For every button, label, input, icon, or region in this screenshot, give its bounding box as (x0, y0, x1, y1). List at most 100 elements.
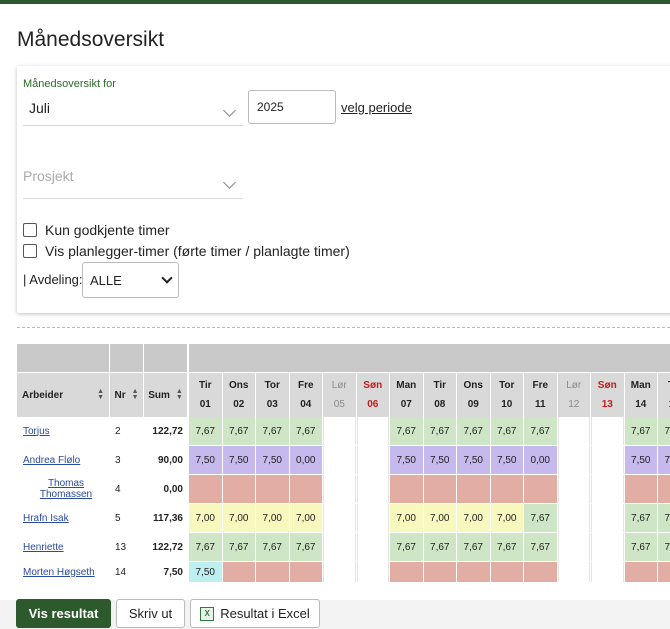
day-cell[interactable] (222, 475, 255, 503)
day-cell[interactable] (356, 446, 389, 474)
day-cell[interactable]: 0,00 (289, 446, 322, 474)
day-cell[interactable] (624, 475, 657, 503)
print-button[interactable]: Skriv ut (116, 599, 185, 628)
column-header-sum[interactable]: Sum ▲ ▼ (144, 373, 187, 417)
day-cell[interactable] (658, 562, 670, 582)
day-cell[interactable] (557, 504, 590, 532)
day-cell[interactable]: 7,50 (256, 446, 289, 474)
day-cell[interactable] (591, 562, 624, 582)
day-cell[interactable]: 7,50 (423, 446, 456, 474)
excel-button[interactable]: X Resultat i Excel (190, 599, 320, 628)
planner-hours-option[interactable]: Vis planlegger-timer (førte timer / plan… (23, 243, 350, 259)
day-cell[interactable]: 7,67 (189, 533, 222, 561)
day-cell[interactable]: 7,67 (490, 533, 523, 561)
worker-link[interactable]: Morten Høgseth (23, 567, 95, 578)
day-cell[interactable] (356, 504, 389, 532)
day-cell[interactable]: 7,67 (390, 417, 423, 445)
show-results-button[interactable]: Vis resultat (16, 599, 111, 628)
day-cell[interactable] (256, 562, 289, 582)
day-cell[interactable] (524, 475, 557, 503)
day-cell[interactable] (591, 417, 624, 445)
day-cell[interactable]: 7,00 (490, 504, 523, 532)
day-cell[interactable]: 7,67 (624, 533, 657, 561)
day-cell[interactable] (256, 475, 289, 503)
day-cell[interactable] (557, 417, 590, 445)
worker-link[interactable]: Henriette (23, 542, 64, 553)
day-cell[interactable]: 7,00 (423, 504, 456, 532)
planner-hours-checkbox[interactable] (23, 244, 37, 258)
day-cell[interactable] (591, 475, 624, 503)
day-cell[interactable] (356, 562, 389, 582)
day-cell[interactable]: 7,50 (390, 446, 423, 474)
day-cell[interactable] (591, 446, 624, 474)
approved-only-checkbox[interactable] (23, 223, 37, 237)
day-cell[interactable] (490, 475, 523, 503)
day-cell[interactable]: 7,50 (624, 446, 657, 474)
day-cell[interactable]: 7,67 (490, 417, 523, 445)
day-cell[interactable] (624, 562, 657, 582)
day-cell[interactable]: 7,67 (624, 504, 657, 532)
day-cell[interactable]: 7,67 (624, 417, 657, 445)
day-cell[interactable]: 7,67 (658, 417, 670, 445)
day-cell[interactable]: 7,50 (658, 446, 670, 474)
day-cell[interactable] (423, 562, 456, 582)
day-cell[interactable]: 7,67 (457, 533, 490, 561)
day-cell[interactable]: 7,67 (524, 417, 557, 445)
day-cell[interactable]: 7,67 (658, 504, 670, 532)
day-cell[interactable] (356, 533, 389, 561)
day-cell[interactable]: 0,00 (524, 446, 557, 474)
day-cell[interactable] (591, 533, 624, 561)
day-cell[interactable]: 7,00 (222, 504, 255, 532)
day-cell[interactable] (557, 475, 590, 503)
day-cell[interactable]: 7,67 (222, 417, 255, 445)
day-cell[interactable] (323, 533, 356, 561)
day-cell[interactable]: 7,67 (423, 417, 456, 445)
day-cell[interactable]: 7,67 (256, 417, 289, 445)
worker-link[interactable]: Andrea Flølo (23, 455, 80, 466)
day-cell[interactable]: 7,67 (189, 417, 222, 445)
day-cell[interactable] (557, 533, 590, 561)
select-period-link[interactable]: velg periode (341, 100, 412, 115)
column-header-worker[interactable]: Arbeider ▲ ▼ (17, 373, 109, 417)
day-cell[interactable] (222, 562, 255, 582)
day-cell[interactable] (423, 475, 456, 503)
day-cell[interactable] (490, 562, 523, 582)
day-cell[interactable]: 7,67 (423, 533, 456, 561)
day-cell[interactable] (557, 562, 590, 582)
day-cell[interactable]: 7,67 (222, 533, 255, 561)
year-input[interactable]: 2025 (248, 90, 336, 124)
day-cell[interactable]: 7,00 (390, 504, 423, 532)
day-cell[interactable] (189, 475, 222, 503)
day-cell[interactable] (289, 475, 322, 503)
day-cell[interactable]: 7,00 (289, 504, 322, 532)
day-cell[interactable]: 7,67 (524, 533, 557, 561)
day-cell[interactable] (557, 446, 590, 474)
day-cell[interactable]: 7,67 (457, 417, 490, 445)
day-cell[interactable]: 7,50 (222, 446, 255, 474)
day-cell[interactable] (390, 562, 423, 582)
day-cell[interactable] (457, 475, 490, 503)
day-cell[interactable]: 7,67 (390, 533, 423, 561)
day-cell[interactable]: 7,67 (289, 533, 322, 561)
worker-link[interactable]: Thomas Thomassen (23, 478, 109, 500)
day-cell[interactable]: 7,50 (189, 446, 222, 474)
day-cell[interactable] (591, 504, 624, 532)
day-cell[interactable] (524, 562, 557, 582)
day-cell[interactable]: 7,50 (189, 562, 222, 582)
day-cell[interactable]: 7,67 (524, 504, 557, 532)
column-header-nr[interactable]: Nr ▲ ▼ (110, 373, 143, 417)
day-cell[interactable] (323, 562, 356, 582)
day-cell[interactable]: 7,00 (189, 504, 222, 532)
day-cell[interactable]: 7,50 (457, 446, 490, 474)
day-cell[interactable] (323, 475, 356, 503)
day-cell[interactable]: 7,67 (289, 417, 322, 445)
worker-link[interactable]: Torjus (23, 426, 50, 437)
day-cell[interactable]: 7,50 (490, 446, 523, 474)
day-cell[interactable] (323, 417, 356, 445)
approved-only-option[interactable]: Kun godkjente timer (23, 222, 170, 238)
day-cell[interactable] (356, 417, 389, 445)
day-cell[interactable] (323, 504, 356, 532)
day-cell[interactable]: 7,67 (256, 533, 289, 561)
day-cell[interactable]: 7,00 (457, 504, 490, 532)
day-cell[interactable]: 7,67 (658, 533, 670, 561)
